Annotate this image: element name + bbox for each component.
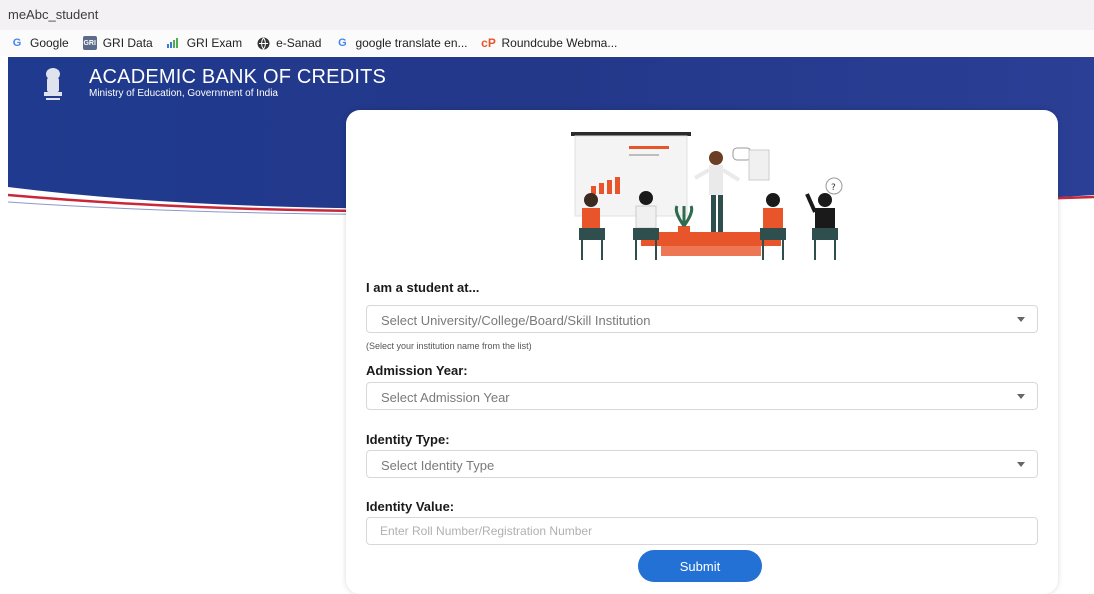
institution-hint: (Select your institution name from the l… [366,341,532,351]
bookmark-roundcube[interactable]: cP Roundcube Webma... [481,36,618,50]
bookmark-google[interactable]: G Google [10,36,69,50]
caret-down-icon [1017,317,1025,322]
bookmark-gri-data[interactable]: GRI GRI Data [82,36,153,50]
tab-title[interactable]: meAbc_student [8,7,98,22]
bookmark-label: Google [30,36,69,50]
submit-button[interactable]: Submit [638,550,762,582]
identity-value-input[interactable] [366,517,1038,545]
identity-value-label: Identity Value: [366,499,455,514]
page: meAbc_student G Google GRI GRI Data GRI … [0,0,1094,594]
bookmark-e-sanad[interactable]: e-Sanad [256,36,321,50]
bookmark-label: GRI Data [102,36,153,50]
svg-text:?: ? [831,183,836,193]
google-icon: G [338,37,347,49]
bookmark-gri-exam[interactable]: GRI Exam [166,36,243,50]
gri-data-icon: GRI [82,36,97,50]
bookmark-label: GRI Exam [186,36,243,50]
institution-select[interactable]: Select University/College/Board/Skill In… [366,305,1038,333]
institution-select-placeholder: Select University/College/Board/Skill In… [381,313,651,328]
bookmark-label: google translate en... [355,36,468,50]
student-form-card: ? I am a student at... Select University… [346,110,1058,594]
globe-icon [256,36,270,50]
national-emblem-icon [38,66,68,104]
site-title: ACADEMIC BANK OF CREDITS [89,66,387,88]
google-icon: G [12,37,22,49]
browser-tab-bar: meAbc_student [0,0,1094,30]
caret-down-icon [1017,462,1025,467]
site-subtitle: Ministry of Education, Government of Ind… [89,88,278,99]
bookmark-label: e-Sanad [276,36,322,50]
identity-type-select-placeholder: Select Identity Type [381,458,495,473]
admission-year-label: Admission Year: [366,363,468,378]
roundcube-icon: cP [481,36,496,50]
gri-exam-icon [166,36,181,50]
admission-year-select[interactable]: Select Admission Year [366,382,1038,410]
identity-type-label: Identity Type: [366,432,450,447]
identity-type-select[interactable]: Select Identity Type [366,450,1038,478]
bookmarks-bar: G Google GRI GRI Data GRI Exam e-Sanad G… [0,30,1094,56]
classroom-illustration: ? [551,128,851,268]
bookmark-google-translate[interactable]: G google translate en... [335,36,467,50]
institution-label: I am a student at... [366,280,480,295]
caret-down-icon [1017,394,1025,399]
bookmark-label: Roundcube Webma... [501,36,618,50]
admission-year-select-placeholder: Select Admission Year [381,390,510,405]
